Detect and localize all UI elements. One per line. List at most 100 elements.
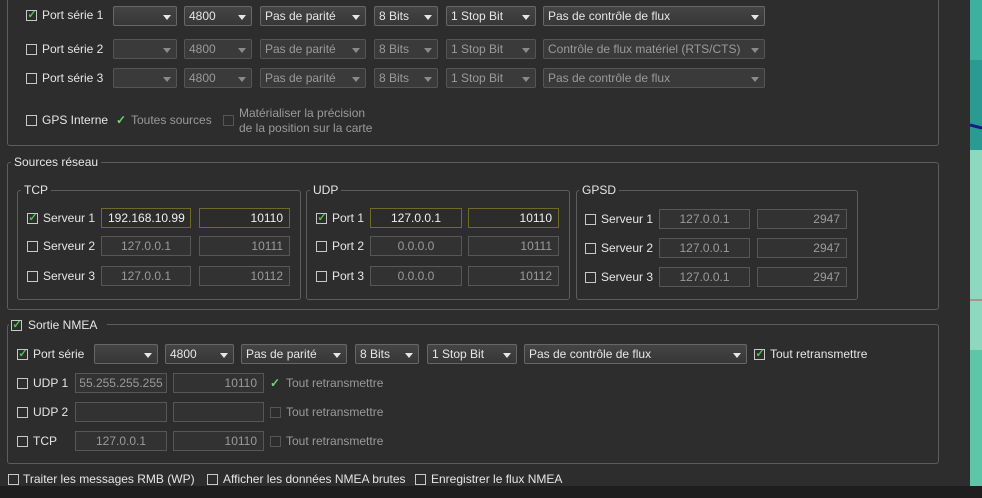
chevron-down-icon [144,353,152,358]
flow-value: Pas de contrôle de flux [529,347,652,361]
chevron-down-icon [522,77,530,82]
rmb-checkbox[interactable] [8,474,19,485]
stop-value: 1 Stop Bit [451,42,504,56]
nmea-tcp-retransmit-label: Tout retransmettre [286,434,384,448]
chevron-down-icon [163,48,171,53]
check-icon: ✓ [18,348,28,360]
tcp-server-2-label: Serveur 2 [43,239,96,253]
nmea-serial-flow-select[interactable]: Pas de contrôle de flux [524,344,747,364]
gpsd-server-3-checkbox[interactable] [585,272,596,283]
serial-port-3-bits-select[interactable]: 8 Bits [374,68,438,88]
gpsd-server-2-host[interactable]: 127.0.0.1 [659,238,750,258]
nmea-serial-baud-select[interactable]: 4800 [165,344,234,364]
tcp-server-1-checkbox[interactable]: ✓ [27,212,38,224]
nmea-serial-stop-select[interactable]: 1 Stop Bit [427,344,517,364]
nmea-udp1-retransmit-check-icon[interactable]: ✓ [270,376,280,390]
nmea-udp2-host[interactable] [75,402,167,422]
serial-port-1-parity-select[interactable]: Pas de parité [260,6,366,26]
nmea-tcp-host[interactable]: 127.0.0.1 [75,431,167,451]
serial-port-2-parity-select[interactable]: Pas de parité [260,39,366,59]
gpsd-server-3-label: Serveur 3 [601,270,654,284]
tcp-server-2-host[interactable]: 127.0.0.1 [101,236,191,256]
gps-internal-label: GPS Interne [42,113,109,127]
gpsd-server-3-port[interactable]: 2947 [757,267,847,287]
nmea-output-checkbox[interactable]: ✓ [11,319,22,331]
gpsd-server-1-checkbox[interactable] [585,214,596,225]
udp-port-3-host[interactable]: 0.0.0.0 [370,266,462,286]
nmea-serial-parity-select[interactable]: Pas de parité [241,344,347,364]
flow-value: Pas de contrôle de flux [548,71,671,85]
nmea-tcp-checkbox[interactable] [17,436,28,447]
nmea-serial-checkbox[interactable]: ✓ [17,348,28,360]
nmea-serial-port-select[interactable] [94,344,158,364]
serial-port-1-checkbox[interactable]: ✓ [26,9,37,21]
serial-port-2-checkbox[interactable] [26,44,37,55]
serial-port-3-baud-select[interactable]: 4800 [184,68,252,88]
record-nmea-label: Enregistrer le flux NMEA [431,472,563,486]
precision-checkbox[interactable] [223,115,234,126]
gps-internal-checkbox[interactable] [26,115,37,126]
serial-port-1-flow-select[interactable]: Pas de contrôle de flux [543,6,765,26]
udp-port-1-port[interactable]: 10110 [468,208,559,228]
nmea-serial-label: Port série [33,347,85,361]
chevron-down-icon [405,353,413,358]
tcp-server-2-checkbox[interactable] [27,241,38,252]
serial-port-3-stop-select[interactable]: 1 Stop Bit [446,68,536,88]
bottom-bar [0,486,982,498]
gpsd-server-1-port[interactable]: 2947 [757,209,847,229]
all-sources-check-icon[interactable]: ✓ [116,113,126,127]
chevron-down-icon [503,353,511,358]
nmea-udp1-port[interactable]: 10110 [173,373,264,393]
serial-port-2-flow-select[interactable]: Contrôle de flux matériel (RTS/CTS) [543,39,765,59]
serial-port-3-port-select[interactable] [113,68,177,88]
gpsd-server-1-host[interactable]: 127.0.0.1 [659,209,750,229]
serial-port-3-label: Port série 3 [42,71,104,85]
udp-port-2-port[interactable]: 10111 [468,236,559,256]
serial-port-1-bits-select[interactable]: 8 Bits [374,6,438,26]
parity-value: Pas de parité [246,347,317,361]
nmea-udp1-checkbox[interactable] [17,378,28,389]
udp-port-2-host[interactable]: 0.0.0.0 [370,236,462,256]
gpsd-server-2-port[interactable]: 2947 [757,238,847,258]
tcp-server-3-port[interactable]: 10112 [199,266,290,286]
serial-port-2-baud-select[interactable]: 4800 [184,39,252,59]
udp-port-1-host[interactable]: 127.0.0.1 [370,208,462,228]
udp-port-2-checkbox[interactable] [316,241,327,252]
nmea-udp2-retransmit-checkbox[interactable] [270,407,281,418]
udp-port-3-checkbox[interactable] [316,271,327,282]
serial-port-3-checkbox[interactable] [26,73,37,84]
serial-port-1-baud-select[interactable]: 4800 [184,6,252,26]
all-sources-label: Toutes sources [131,113,212,127]
record-nmea-checkbox[interactable] [415,474,426,485]
nmea-serial-retransmit-checkbox[interactable]: ✓ [754,348,765,360]
raw-nmea-checkbox[interactable] [207,474,218,485]
tcp-server-2-port[interactable]: 10111 [199,236,290,256]
nmea-tcp-retransmit-checkbox[interactable] [270,436,281,447]
gpsd-server-3-host[interactable]: 127.0.0.1 [659,267,750,287]
udp-port-3-port[interactable]: 10112 [468,266,559,286]
tcp-server-3-host[interactable]: 127.0.0.1 [101,266,191,286]
serial-port-3-parity-select[interactable]: Pas de parité [260,68,366,88]
chevron-down-icon [424,77,432,82]
gpsd-server-2-checkbox[interactable] [585,243,596,254]
stop-value: 1 Stop Bit [432,347,485,361]
udp-port-1-checkbox[interactable]: ✓ [316,212,327,224]
serial-port-2-port-select[interactable] [113,39,177,59]
nmea-tcp-port[interactable]: 10110 [173,431,264,451]
tcp-title: TCP [21,183,51,197]
nmea-output-title: Sortie NMEA [28,318,98,332]
serial-port-1-port-select[interactable] [113,6,177,26]
serial-port-2-stop-select[interactable]: 1 Stop Bit [446,39,536,59]
tcp-server-3-checkbox[interactable] [27,271,38,282]
serial-port-2-bits-select[interactable]: 8 Bits [374,39,438,59]
nmea-udp1-host[interactable]: 55.255.255.255 [75,373,167,393]
nmea-tcp-label: TCP [33,434,57,448]
nmea-serial-bits-select[interactable]: 8 Bits [355,344,419,364]
tcp-server-1-host[interactable]: 192.168.10.99 [101,208,191,228]
serial-port-1-stop-select[interactable]: 1 Stop Bit [446,6,536,26]
nmea-udp1-label: UDP 1 [33,376,69,390]
nmea-udp2-port[interactable] [173,402,264,422]
nmea-udp2-checkbox[interactable] [17,407,28,418]
tcp-server-1-port[interactable]: 10110 [199,208,290,228]
serial-port-3-flow-select[interactable]: Pas de contrôle de flux [543,68,765,88]
